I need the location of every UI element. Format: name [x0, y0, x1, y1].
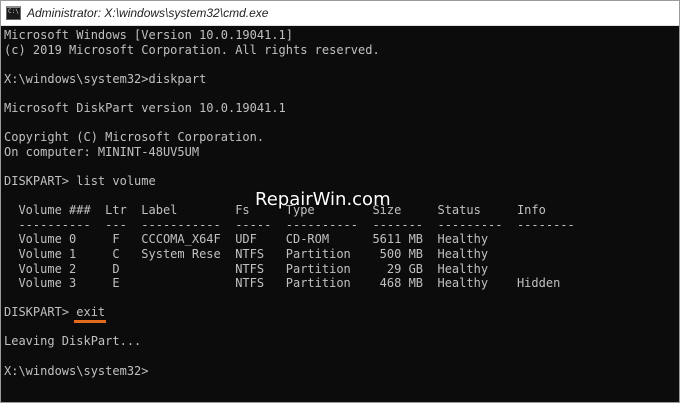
watermark: RepairWin.com — [255, 189, 391, 210]
console-line: Volume 2 D NTFS Partition 29 GB Healthy — [4, 261, 489, 276]
console-line: Microsoft DiskPart version 10.0.19041.1 — [4, 100, 286, 115]
window-title: Administrator: X:\windows\system32\cmd.e… — [27, 6, 269, 20]
cmd-window: Administrator: X:\windows\system32\cmd.e… — [0, 0, 680, 403]
console-line: Microsoft Windows [Version 10.0.19041.1] — [4, 28, 293, 42]
console-output[interactable]: Microsoft Windows [Version 10.0.19041.1]… — [1, 26, 679, 402]
exit-command-underline — [74, 320, 106, 323]
console-line: X:\windows\system32> — [4, 363, 149, 378]
console-line: X:\windows\system32>diskpart — [4, 71, 207, 86]
console-line: (c) 2019 Microsoft Corporation. All righ… — [4, 42, 380, 57]
console-line: On computer: MININT-48UV5UM — [4, 144, 200, 159]
console-line: Volume 1 C System Rese NTFS Partition 50… — [4, 246, 489, 261]
console-line: DISKPART> exit — [4, 305, 106, 320]
console-line: Copyright (C) Microsoft Corporation. — [4, 130, 265, 145]
console-line: Volume 0 F CCCOMA_X64F UDF CD-ROM 5611 M… — [4, 232, 489, 247]
console-line: ---------- --- ----------- ----- -------… — [4, 217, 575, 232]
console-line: Volume 3 E NTFS Partition 468 MB Healthy… — [4, 276, 561, 291]
console-line: DISKPART> list volume — [4, 173, 156, 188]
title-bar[interactable]: Administrator: X:\windows\system32\cmd.e… — [1, 1, 679, 26]
console-line: Leaving DiskPart... — [4, 334, 142, 349]
cmd-icon — [6, 6, 21, 20]
